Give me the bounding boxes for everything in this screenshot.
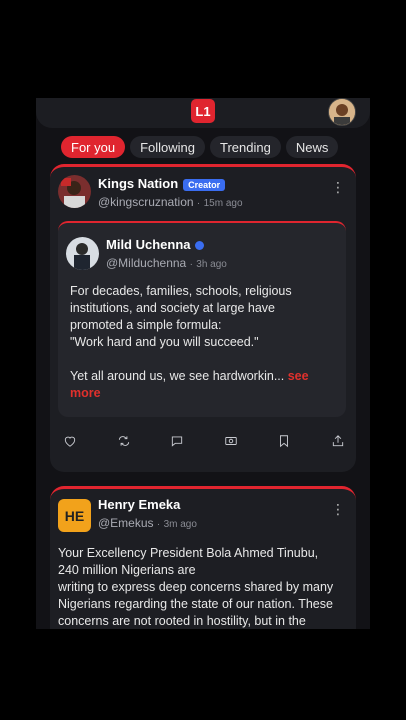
- see-more-link[interactable]: see: [288, 369, 309, 383]
- creator-badge: Creator: [183, 178, 226, 191]
- more-options-icon[interactable]: ⋮: [331, 179, 346, 196]
- feed-tabs: For you Following Trending News: [36, 136, 370, 158]
- top-header: L1: [36, 98, 370, 128]
- quoted-post-time: 3h ago: [196, 259, 227, 270]
- tab-news[interactable]: News: [285, 136, 339, 158]
- app-logo[interactable]: L1: [191, 99, 215, 123]
- share-icon[interactable]: [330, 433, 346, 449]
- comment-icon[interactable]: [169, 433, 185, 449]
- quoted-post-text: For decades, families, schools, religiou…: [70, 284, 309, 400]
- quoted-post[interactable]: Mild Uchenna @Milduchenna · 3h ago For d…: [58, 221, 346, 417]
- more-options-icon[interactable]: ⋮: [331, 501, 346, 518]
- author-name[interactable]: Kings Nation Creator: [98, 176, 226, 191]
- like-icon[interactable]: [62, 433, 78, 449]
- quoted-author-handle[interactable]: @Milduchenna · 3h ago: [106, 256, 227, 270]
- author-avatar-initials[interactable]: HE: [58, 499, 91, 532]
- post-card[interactable]: HE Henry Emeka @Emekus · 3m ago ⋮ Your E…: [50, 486, 356, 629]
- author-name[interactable]: Henry Emeka: [98, 497, 180, 512]
- post-text: Your Excellency President Bola Ahmed Tin…: [58, 546, 334, 628]
- author-avatar[interactable]: [58, 175, 91, 208]
- author-handle[interactable]: @Emekus · 3m ago: [98, 516, 197, 530]
- tab-trending[interactable]: Trending: [210, 136, 281, 158]
- quoted-author-avatar[interactable]: [66, 237, 99, 270]
- tab-for-you[interactable]: For you: [61, 136, 126, 158]
- post-actions: [62, 433, 346, 449]
- post-time: 3m ago: [163, 519, 197, 530]
- post-time: 15m ago: [203, 198, 243, 209]
- profile-avatar[interactable]: [328, 98, 356, 126]
- repost-icon[interactable]: [116, 433, 132, 449]
- see-more-link-continued[interactable]: more: [70, 386, 101, 400]
- tab-following[interactable]: Following: [130, 136, 205, 158]
- post-card[interactable]: Kings Nation Creator @kingscruznation · 1…: [50, 164, 356, 472]
- quoted-author-name[interactable]: Mild Uchenna: [106, 237, 204, 252]
- app-screen: L1 For you Following Trending News Kings…: [36, 98, 370, 629]
- tip-icon[interactable]: [223, 433, 239, 449]
- bookmark-icon[interactable]: [276, 433, 292, 449]
- author-handle[interactable]: @kingscruznation · 15m ago: [98, 195, 243, 209]
- verified-icon: [194, 241, 204, 251]
